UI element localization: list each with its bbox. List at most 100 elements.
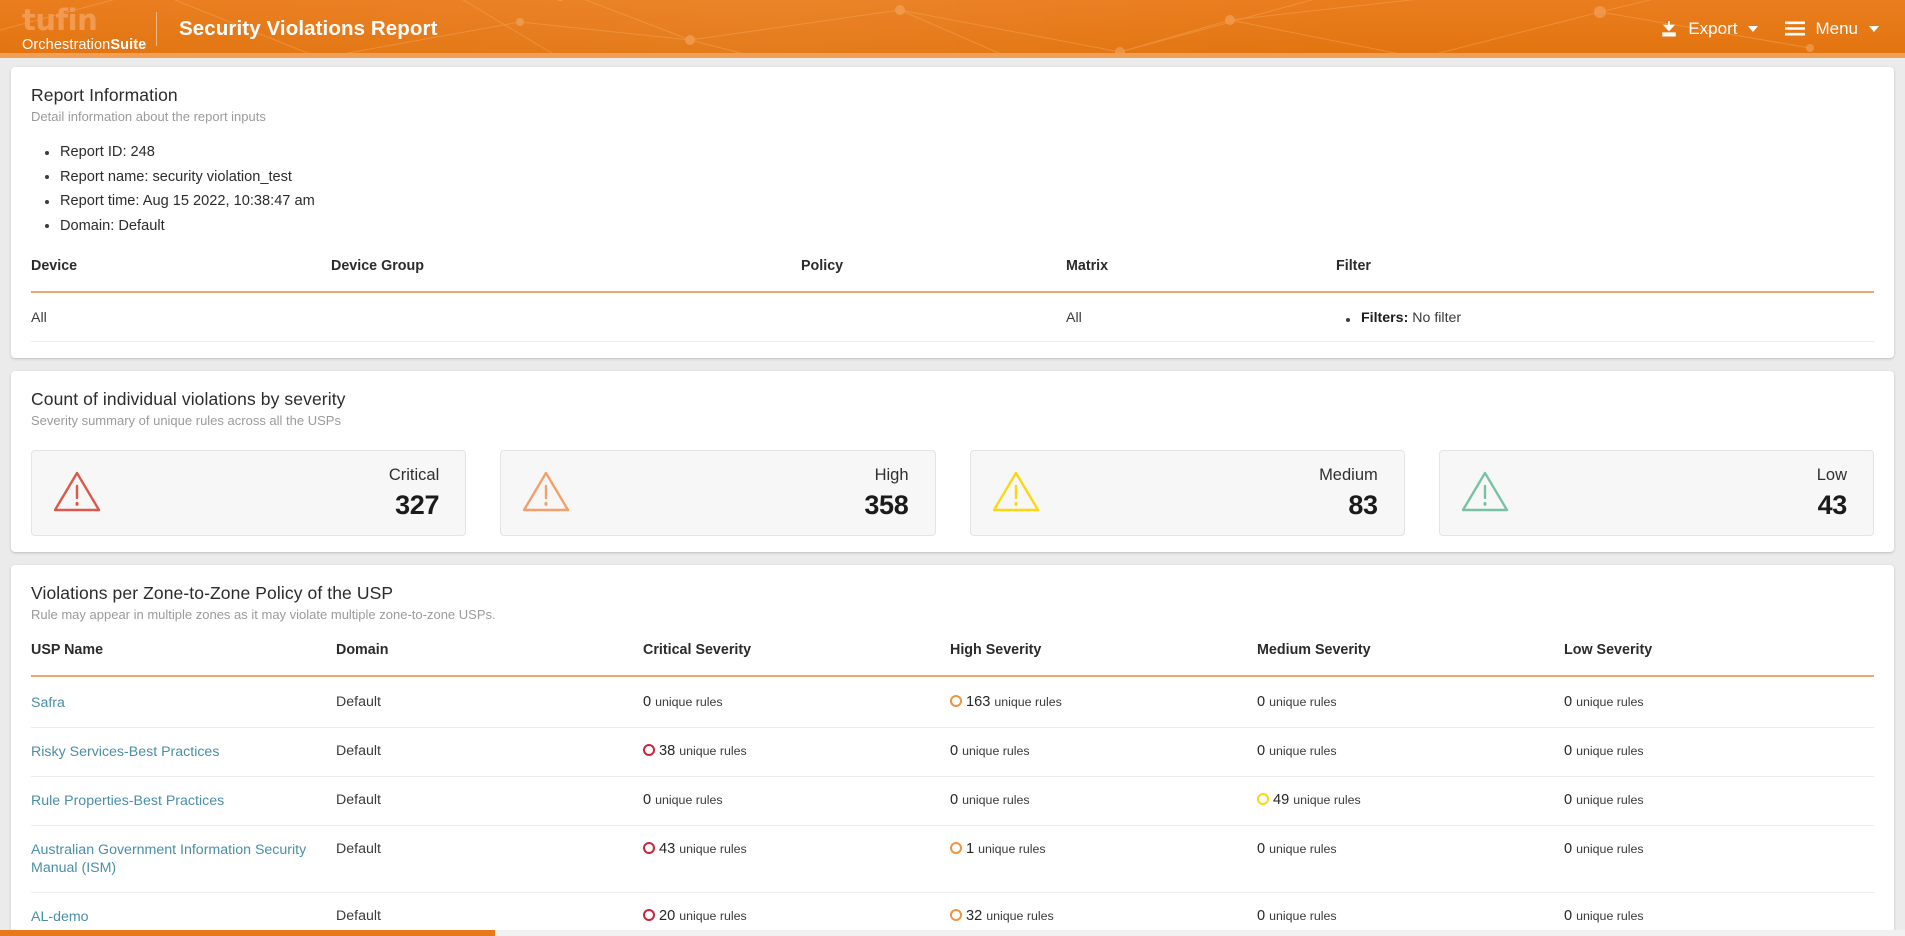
severity-count-value: 0 (643, 792, 652, 808)
chevron-down-icon (1748, 26, 1759, 32)
severity-ring-icon (950, 909, 962, 921)
brand-tagline-light: Orchestration (22, 36, 111, 53)
severity-count-value: 0 (1257, 743, 1266, 759)
column-header-spacer (1719, 642, 1874, 677)
severity-count-unit: unique rules (1269, 909, 1337, 923)
table-row: Rule Properties-Best Practices Default 0 un… (31, 776, 1874, 826)
violations-table-title: Violations per Zone-to-Zone Policy of th… (31, 583, 394, 603)
severity-card-value: 358 (864, 489, 909, 520)
severity-card-high[interactable]: High 358 (500, 450, 936, 536)
menu-button[interactable]: Menu (1784, 19, 1879, 39)
report-body: Report Information Detail information ab… (0, 58, 1905, 936)
column-header-policy: Policy (801, 258, 1066, 293)
cell-device-group (331, 292, 801, 342)
severity-count: 0 unique rules (1564, 792, 1719, 808)
severity-count-value: 0 (1564, 792, 1573, 808)
report-information-list: Report ID: 248 Report name: security vio… (45, 140, 1874, 238)
severity-count-value: 0 (950, 743, 959, 759)
column-header-device: Device (31, 258, 331, 293)
usp-name-link[interactable]: Safra (31, 694, 65, 712)
hamburger-icon (1784, 20, 1806, 38)
severity-count-value: 0 (1564, 908, 1573, 924)
severity-count-unit: unique rules (962, 793, 1030, 807)
severity-count-unit: unique rules (1576, 909, 1644, 923)
usp-name-link[interactable]: Risky Services-Best Practices (31, 743, 219, 761)
usp-name-link[interactable]: AL-demo (31, 908, 89, 926)
column-header-filter: Filter (1336, 258, 1874, 293)
usp-name-link[interactable]: Rule Properties-Best Practices (31, 792, 224, 810)
severity-card-label: Medium (1319, 465, 1378, 484)
cell-filter: Filters: No filter (1336, 292, 1874, 342)
app-header: tufin OrchestrationSuite Security Violat… (0, 0, 1905, 58)
cell-usp-name: Risky Services-Best Practices (31, 727, 336, 777)
severity-count: 43 unique rules (643, 841, 950, 857)
column-header-domain: Domain (336, 642, 643, 677)
usp-name-link[interactable]: Australian Government Information Securi… (31, 841, 336, 877)
severity-card-low[interactable]: Low 43 (1438, 450, 1874, 536)
brand-logo[interactable]: tufin OrchestrationSuite (0, 5, 150, 53)
cell-domain: Default (336, 727, 643, 777)
scrollbar-thumb[interactable] (0, 930, 496, 936)
severity-card-label: High (874, 465, 909, 484)
cell-high-severity: 0 unique rules (950, 727, 1257, 777)
severity-count: 38 unique rules (643, 743, 950, 759)
severity-count-value: 20 (659, 908, 676, 924)
menu-button-label: Menu (1815, 19, 1858, 38)
severity-card-value: 327 (395, 489, 440, 520)
severity-card-value: 83 (1348, 489, 1378, 520)
severity-count: 0 unique rules (950, 792, 1257, 808)
severity-count-value: 0 (643, 694, 652, 710)
severity-count: 163 unique rules (950, 694, 1257, 710)
severity-count: 0 unique rules (643, 694, 950, 710)
warning-triangle-icon (52, 468, 102, 519)
list-item: Report name: security violation_test (45, 165, 1874, 190)
table-row: Risky Services-Best Practices Default 38 un… (31, 727, 1874, 777)
cell-spacer (1719, 825, 1874, 893)
severity-count-value: 1 (966, 841, 975, 857)
cell-domain: Default (336, 676, 643, 728)
export-button[interactable]: Export (1659, 19, 1759, 39)
severity-card-critical[interactable]: Critical 327 (31, 450, 467, 536)
column-header-device-group: Device Group (331, 258, 801, 293)
violations-table-body: Safra Default 0 unique rules 163 unique rules… (31, 676, 1874, 936)
table-row: Safra Default 0 unique rules 163 unique rules… (31, 676, 1874, 728)
warning-triangle-icon (1460, 468, 1510, 519)
cell-matrix: All (1066, 292, 1336, 342)
severity-count: 20 unique rules (643, 908, 950, 924)
severity-count-unit: unique rules (962, 744, 1030, 758)
severity-count-value: 38 (659, 743, 676, 759)
severity-count-unit: unique rules (1269, 842, 1337, 856)
cell-high-severity: 1 unique rules (950, 825, 1257, 893)
severity-count: 0 unique rules (1564, 743, 1719, 759)
cell-high-severity: 0 unique rules (950, 776, 1257, 826)
report-information-title: Report Information (31, 85, 178, 105)
cell-spacer (1719, 776, 1874, 826)
severity-count-unit: unique rules (978, 842, 1046, 856)
table-row: Australian Government Information Securi… (31, 825, 1874, 893)
severity-ring-icon (950, 695, 962, 707)
severity-count: 1 unique rules (950, 841, 1257, 857)
filter-label: Filters: (1361, 310, 1409, 326)
severity-ring-icon (950, 842, 962, 854)
severity-count: 0 unique rules (1564, 694, 1719, 710)
download-icon (1659, 19, 1679, 39)
severity-count: 0 unique rules (950, 743, 1257, 759)
severity-count: 49 unique rules (1257, 792, 1564, 808)
table-header-row: Device Device Group Policy Matrix Filter (31, 258, 1874, 293)
list-item: Report ID: 248 (45, 140, 1874, 165)
severity-card-medium[interactable]: Medium 83 (969, 450, 1405, 536)
warning-triangle-icon (521, 468, 571, 519)
severity-summary-subtitle: Severity summary of unique rules across … (31, 413, 341, 428)
cell-device: All (31, 292, 331, 342)
cell-medium-severity: 49 unique rules (1257, 776, 1564, 826)
chevron-down-icon (1869, 26, 1879, 32)
horizontal-scrollbar[interactable] (0, 930, 1905, 936)
severity-count: 0 unique rules (1257, 908, 1564, 924)
column-header-usp-name: USP Name (31, 642, 336, 677)
severity-count-unit: unique rules (994, 695, 1062, 709)
severity-count-unit: unique rules (1576, 793, 1644, 807)
filter-value: No filter (1412, 310, 1462, 326)
cell-policy (801, 292, 1066, 342)
severity-card-text: High 358 (864, 465, 909, 520)
severity-count-unit: unique rules (655, 695, 723, 709)
